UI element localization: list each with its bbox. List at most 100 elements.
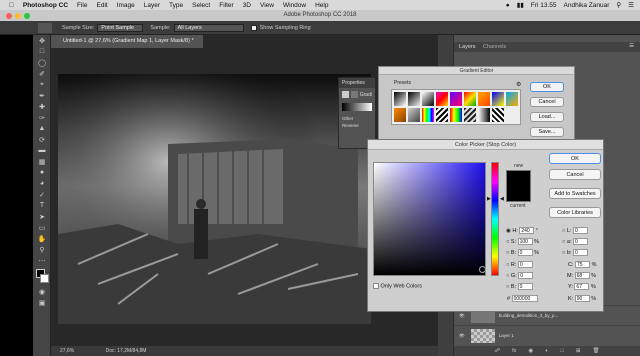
- s-input[interactable]: 100: [517, 238, 533, 245]
- zoom-tool-icon[interactable]: ⚲: [33, 244, 51, 255]
- stamp-tool-icon[interactable]: ▲: [33, 123, 51, 134]
- preset-swatch[interactable]: [492, 108, 504, 122]
- zoom-window-button[interactable]: [24, 12, 30, 19]
- gradient-tool-icon[interactable]: ▦: [33, 156, 51, 167]
- background-color-swatch[interactable]: [40, 274, 49, 283]
- menu-filter[interactable]: Filter: [219, 2, 233, 9]
- doc-size-info[interactable]: Doc: 17,2M/84,8M: [106, 348, 147, 354]
- layer-row[interactable]: 👁 Layer 1: [454, 325, 640, 345]
- search-icon[interactable]: ⚲: [616, 1, 621, 9]
- zoom-level[interactable]: 27,6%: [60, 348, 74, 354]
- a-input[interactable]: 0: [572, 238, 588, 245]
- document-tab[interactable]: Untitled-1 @ 27,6% (Gradient Map 1, Laye…: [51, 35, 203, 48]
- picker-cancel-button[interactable]: Cancel: [549, 169, 601, 180]
- other-option[interactable]: Other: [339, 113, 375, 121]
- hue-slider[interactable]: [491, 162, 499, 276]
- sample-size-select[interactable]: Point Sample: [97, 23, 144, 32]
- h-input[interactable]: 240: [519, 227, 535, 234]
- eraser-tool-icon[interactable]: ▬: [33, 145, 51, 156]
- menu-window[interactable]: Window: [283, 2, 306, 9]
- hue-slider-right-arrow[interactable]: ◀: [500, 196, 504, 202]
- healing-tool-icon[interactable]: ✚: [33, 101, 51, 112]
- mask-icon[interactable]: [350, 91, 358, 98]
- m-input[interactable]: 68: [574, 272, 590, 279]
- preset-swatch[interactable]: [450, 108, 462, 122]
- preset-swatch[interactable]: [436, 92, 448, 106]
- path-select-tool-icon[interactable]: ➤: [33, 211, 51, 222]
- k-input[interactable]: 90: [574, 295, 590, 302]
- panel-menu-icon[interactable]: ☰: [629, 43, 634, 49]
- only-web-colors-checkbox[interactable]: [373, 283, 379, 289]
- hue-slider-left-arrow[interactable]: ▶: [487, 196, 491, 202]
- eyedropper-preset-icon[interactable]: [38, 22, 52, 33]
- picker-ok-button[interactable]: OK: [549, 153, 601, 164]
- add-to-swatches-button[interactable]: Add to Swatches: [549, 188, 601, 199]
- minimize-window-button[interactable]: [15, 12, 21, 19]
- preset-swatch[interactable]: [436, 108, 448, 122]
- y-input[interactable]: 67: [574, 283, 590, 290]
- gradient-load-button[interactable]: Load...: [530, 112, 564, 122]
- menu-select[interactable]: Select: [192, 2, 210, 9]
- shape-tool-icon[interactable]: ▭: [33, 222, 51, 233]
- preset-swatch[interactable]: [464, 92, 476, 106]
- preset-swatch[interactable]: [478, 108, 490, 122]
- color-field-cursor[interactable]: [479, 266, 486, 273]
- marquee-tool-icon[interactable]: □: [33, 46, 51, 57]
- menu-file[interactable]: File: [77, 2, 87, 9]
- menu-edit[interactable]: Edit: [97, 2, 108, 9]
- g-input[interactable]: 0: [518, 272, 534, 279]
- menu-image[interactable]: Image: [117, 2, 135, 9]
- r-input[interactable]: 0: [517, 261, 533, 268]
- quick-mask-icon[interactable]: ◉: [33, 286, 51, 297]
- tab-channels[interactable]: Channels: [483, 44, 506, 50]
- c-input[interactable]: 75: [575, 261, 591, 268]
- new-layer-icon[interactable]: ⊞: [576, 348, 581, 354]
- move-tool-icon[interactable]: ✥: [33, 35, 51, 46]
- l-input[interactable]: 0: [572, 227, 588, 234]
- lab-b-input[interactable]: 0: [572, 249, 588, 256]
- color-swatches[interactable]: [33, 266, 50, 286]
- preset-swatch[interactable]: [394, 92, 406, 106]
- preset-swatch[interactable]: [394, 108, 406, 122]
- preset-swatch[interactable]: [422, 92, 434, 106]
- eyedropper-tool-icon[interactable]: ✒: [33, 90, 51, 101]
- group-icon[interactable]: □: [561, 348, 564, 354]
- menu-type[interactable]: Type: [169, 2, 183, 9]
- reverse-option[interactable]: Reverse: [339, 121, 375, 130]
- hex-input[interactable]: 000000: [511, 295, 538, 302]
- mask-icon[interactable]: ◉: [528, 348, 533, 354]
- presets-gear-icon[interactable]: ⚙: [516, 81, 521, 88]
- type-tool-icon[interactable]: T: [33, 200, 51, 211]
- dodge-tool-icon[interactable]: ◕: [33, 178, 51, 189]
- document-canvas[interactable]: [58, 74, 371, 324]
- more-tools-icon[interactable]: ⋯: [33, 255, 51, 266]
- menu-layer[interactable]: Layer: [144, 2, 160, 9]
- preset-swatch[interactable]: [478, 92, 490, 106]
- preset-swatch[interactable]: [464, 108, 476, 122]
- color-libraries-button[interactable]: Color Libraries: [549, 207, 601, 218]
- fx-icon[interactable]: fx: [512, 348, 516, 354]
- layer-name[interactable]: building_demolition_3_by_p...: [499, 313, 559, 318]
- gradient-save-button[interactable]: Save...: [530, 127, 564, 137]
- only-web-colors[interactable]: Only Web Colors: [373, 283, 422, 289]
- preset-swatch[interactable]: [506, 92, 518, 106]
- gradient-cancel-button[interactable]: Cancel: [530, 97, 564, 107]
- pen-tool-icon[interactable]: ✓: [33, 189, 51, 200]
- visibility-eye-icon[interactable]: 👁: [459, 333, 465, 339]
- menu-list-icon[interactable]: ☰: [628, 1, 634, 9]
- lasso-tool-icon[interactable]: ◯: [33, 57, 51, 68]
- preset-swatch[interactable]: [422, 108, 434, 122]
- visibility-eye-icon[interactable]: 👁: [459, 313, 465, 319]
- tab-layers[interactable]: Layers: [459, 44, 476, 50]
- battery-icon[interactable]: ▮▮: [517, 1, 524, 9]
- link-layers-icon[interactable]: ☍: [495, 348, 501, 354]
- close-window-button[interactable]: [6, 12, 12, 19]
- wifi-icon[interactable]: ●: [506, 2, 510, 9]
- preset-swatch[interactable]: [408, 92, 420, 106]
- preset-swatch[interactable]: [408, 108, 420, 122]
- hand-tool-icon[interactable]: ✋: [33, 233, 51, 244]
- blur-tool-icon[interactable]: ●: [33, 167, 51, 178]
- apple-icon[interactable]: : [9, 2, 14, 9]
- menu-3d[interactable]: 3D: [243, 2, 251, 9]
- quick-select-tool-icon[interactable]: ✐: [33, 68, 51, 79]
